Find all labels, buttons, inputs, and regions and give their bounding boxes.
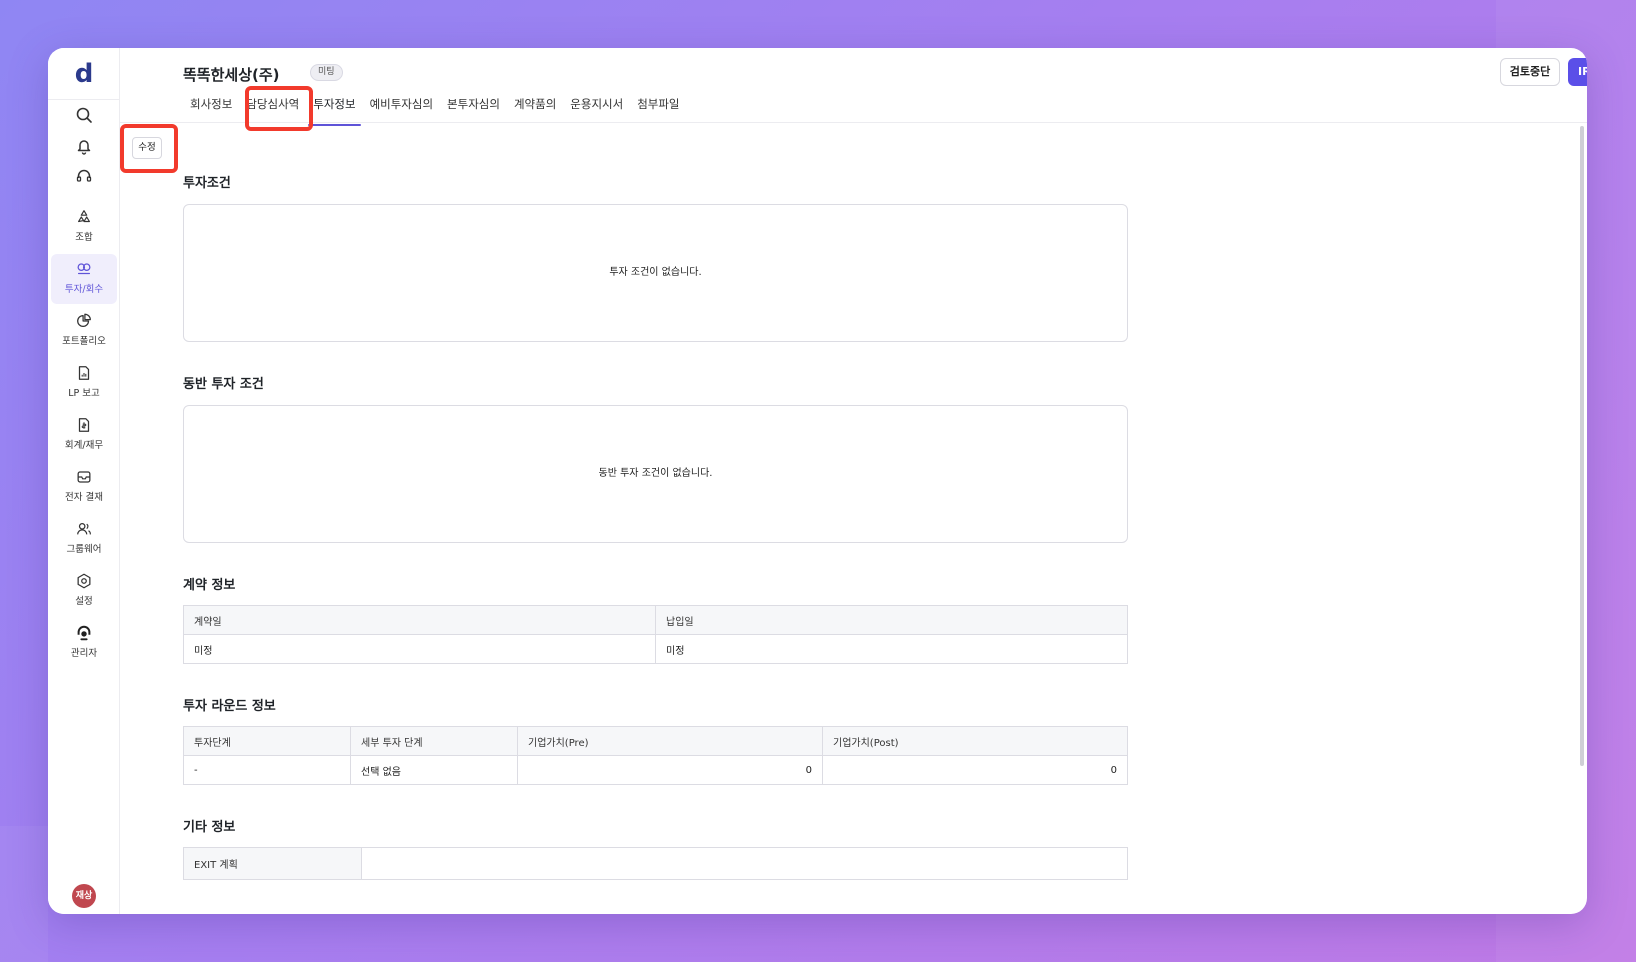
avatar[interactable]: 재상 xyxy=(72,884,96,908)
sidebar-item-label: LP 보고 xyxy=(68,388,100,399)
sidebar-item-label: 설정 xyxy=(75,596,93,607)
tab-pre-review[interactable]: 예비투자심의 xyxy=(363,92,440,122)
sidebar-divider xyxy=(48,99,120,100)
stop-review-button[interactable]: 검토중단 xyxy=(1500,58,1560,86)
sidebar-item-admin[interactable]: 관리자 xyxy=(51,618,117,668)
admin-icon xyxy=(77,625,91,641)
main-content: 똑똑한세상(주) 미팅 검토중단 IR › 회사정보 담당심사역 투자정보 예비… xyxy=(120,48,1587,914)
recycle-icon xyxy=(78,210,90,223)
table-cell: 미정 xyxy=(183,634,656,664)
sidebar-item-groupware[interactable]: 그룹웨어 xyxy=(51,514,117,564)
edit-button[interactable]: 수정 xyxy=(132,137,162,159)
section-title-other: 기타 정보 xyxy=(183,820,236,835)
gear-icon xyxy=(77,573,91,589)
table-cell: 미정 xyxy=(655,634,1128,664)
section-title-contract: 계약 정보 xyxy=(183,578,236,593)
tabs-divider xyxy=(120,122,1587,123)
table-cell: - xyxy=(183,755,351,785)
table-header: 납입일 xyxy=(655,605,1128,635)
sidebar-item-label: 포트폴리오 xyxy=(62,336,106,347)
empty-message: 투자 조건이 없습니다. xyxy=(609,267,702,278)
other-info-table: EXIT 계획 xyxy=(183,847,1128,880)
sidebar-item-label: 관리자 xyxy=(70,648,98,659)
table-row: EXIT 계획 xyxy=(183,847,1128,880)
sidebar-item-lp-report[interactable]: LP 보고 xyxy=(51,358,117,408)
sidebar-item-portfolio[interactable]: 포트폴리오 xyxy=(51,306,117,356)
users-icon xyxy=(77,522,91,535)
finance-doc-icon xyxy=(78,418,90,432)
highlight-box-tab xyxy=(245,86,313,131)
sidebar-item-approval[interactable]: 전자 결재 xyxy=(51,462,117,512)
sidebar-item-accounting[interactable]: 회계/재무 xyxy=(51,410,117,460)
table-cell: 선택 없음 xyxy=(350,755,518,785)
table-row: 미정 미정 xyxy=(183,634,1128,664)
ir-label: IR xyxy=(1578,65,1587,78)
investment-icon xyxy=(77,263,91,275)
section-title-round: 투자 라운드 정보 xyxy=(183,699,276,714)
pie-chart-icon xyxy=(77,313,91,327)
app-window: d 조합 투자/회수 포트폴리오 LP 보고 회계/재무 전자 결재 그룹웨어 … xyxy=(48,48,1587,914)
sidebar-item-label: 투자/회수 xyxy=(64,284,104,295)
sidebar-item-investment[interactable]: 투자/회수 xyxy=(51,254,117,304)
table-header: 세부 투자 단계 xyxy=(350,726,518,756)
section-title-co-investment: 동반 투자 조건 xyxy=(183,377,264,392)
report-icon xyxy=(78,366,90,380)
ir-button[interactable]: IR › xyxy=(1568,58,1587,86)
table-header: 투자단계 xyxy=(183,726,351,756)
scrollbar[interactable] xyxy=(1580,126,1584,766)
table-header: EXIT 계획 xyxy=(183,847,362,880)
tab-investment-info[interactable]: 투자정보 xyxy=(306,92,362,126)
tab-attachments[interactable]: 첨부파일 xyxy=(630,92,686,122)
search-icon[interactable] xyxy=(74,105,94,125)
empty-message: 동반 투자 조건이 없습니다. xyxy=(598,468,713,479)
table-header: 기업가치(Pre) xyxy=(517,726,823,756)
co-investment-empty-box: 동반 투자 조건이 없습니다. xyxy=(183,405,1128,543)
sidebar-item-settings[interactable]: 설정 xyxy=(51,566,117,616)
headset-icon[interactable] xyxy=(74,166,94,186)
sidebar-item-label: 조합 xyxy=(75,232,93,243)
background-panel-left xyxy=(0,826,48,962)
section-title-investment-terms: 투자조건 xyxy=(183,176,231,191)
table-cell: 0 xyxy=(517,755,823,785)
tab-company-info[interactable]: 회사정보 xyxy=(183,92,239,122)
sidebar-item-fund[interactable]: 조합 xyxy=(51,202,117,252)
sidebar: d 조합 투자/회수 포트폴리오 LP 보고 회계/재무 전자 결재 그룹웨어 … xyxy=(48,48,120,914)
status-badge: 미팅 xyxy=(310,64,343,81)
table-header: 계약일 xyxy=(183,605,656,635)
inbox-icon xyxy=(77,471,91,483)
contract-table: 계약일 납입일 미정 미정 xyxy=(183,605,1128,664)
table-header-row: 계약일 납입일 xyxy=(183,605,1128,635)
round-table: 투자단계 세부 투자 단계 기업가치(Pre) 기업가치(Post) - 선택 … xyxy=(183,726,1128,785)
app-logo[interactable]: d xyxy=(48,58,120,90)
sidebar-item-label: 회계/재무 xyxy=(64,440,104,451)
table-row: - 선택 없음 0 0 xyxy=(183,755,1128,785)
investment-terms-empty-box: 투자 조건이 없습니다. xyxy=(183,204,1128,342)
tab-main-review[interactable]: 본투자심의 xyxy=(440,92,507,122)
table-cell: 0 xyxy=(822,755,1128,785)
tab-operation-order[interactable]: 운용지시서 xyxy=(563,92,630,122)
sidebar-item-label: 전자 결재 xyxy=(65,492,103,503)
bell-icon[interactable] xyxy=(74,136,94,156)
sidebar-item-label: 그룹웨어 xyxy=(66,544,102,555)
tab-contract-approval[interactable]: 계약품의 xyxy=(507,92,563,122)
table-header: 기업가치(Post) xyxy=(822,726,1128,756)
page-title: 똑똑한세상(주) xyxy=(183,66,280,84)
exit-plan-value xyxy=(361,847,1128,880)
table-header-row: 투자단계 세부 투자 단계 기업가치(Pre) 기업가치(Post) xyxy=(183,726,1128,756)
